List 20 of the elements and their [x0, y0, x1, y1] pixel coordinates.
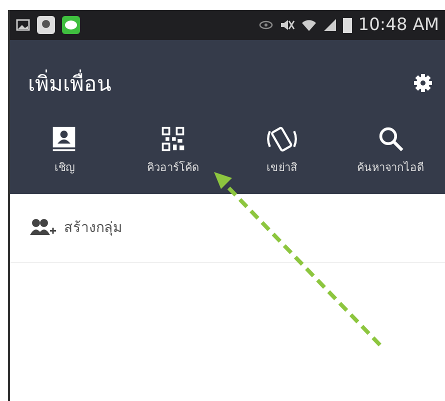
status-time: 10:48 AM: [358, 15, 439, 35]
qr-code-icon: [160, 126, 186, 152]
action-button[interactable]: เขย่าสิ: [228, 126, 336, 176]
app-icon: [36, 15, 56, 35]
action-button[interactable]: คิวอาร์โค้ด: [118, 126, 228, 176]
settings-icon[interactable]: [413, 73, 433, 93]
search-icon: [376, 126, 405, 152]
wifi-icon: [301, 18, 318, 32]
add-group-icon: [30, 218, 56, 236]
list-item[interactable]: สร้างกลุ่ม: [10, 194, 445, 263]
battery-icon: [343, 17, 352, 33]
contact-book-icon: [51, 126, 78, 152]
action-button[interactable]: เชิญ: [10, 126, 119, 176]
signal-icon: [323, 18, 338, 32]
action-button[interactable]: ค้นหาจากไอดี: [336, 126, 445, 176]
screen-title: เพิ่มเพื่อน: [28, 68, 111, 98]
chat-app-icon: [62, 16, 80, 34]
mute-icon: [279, 18, 296, 32]
eye-icon: [259, 20, 274, 30]
picture-icon: [16, 19, 30, 31]
